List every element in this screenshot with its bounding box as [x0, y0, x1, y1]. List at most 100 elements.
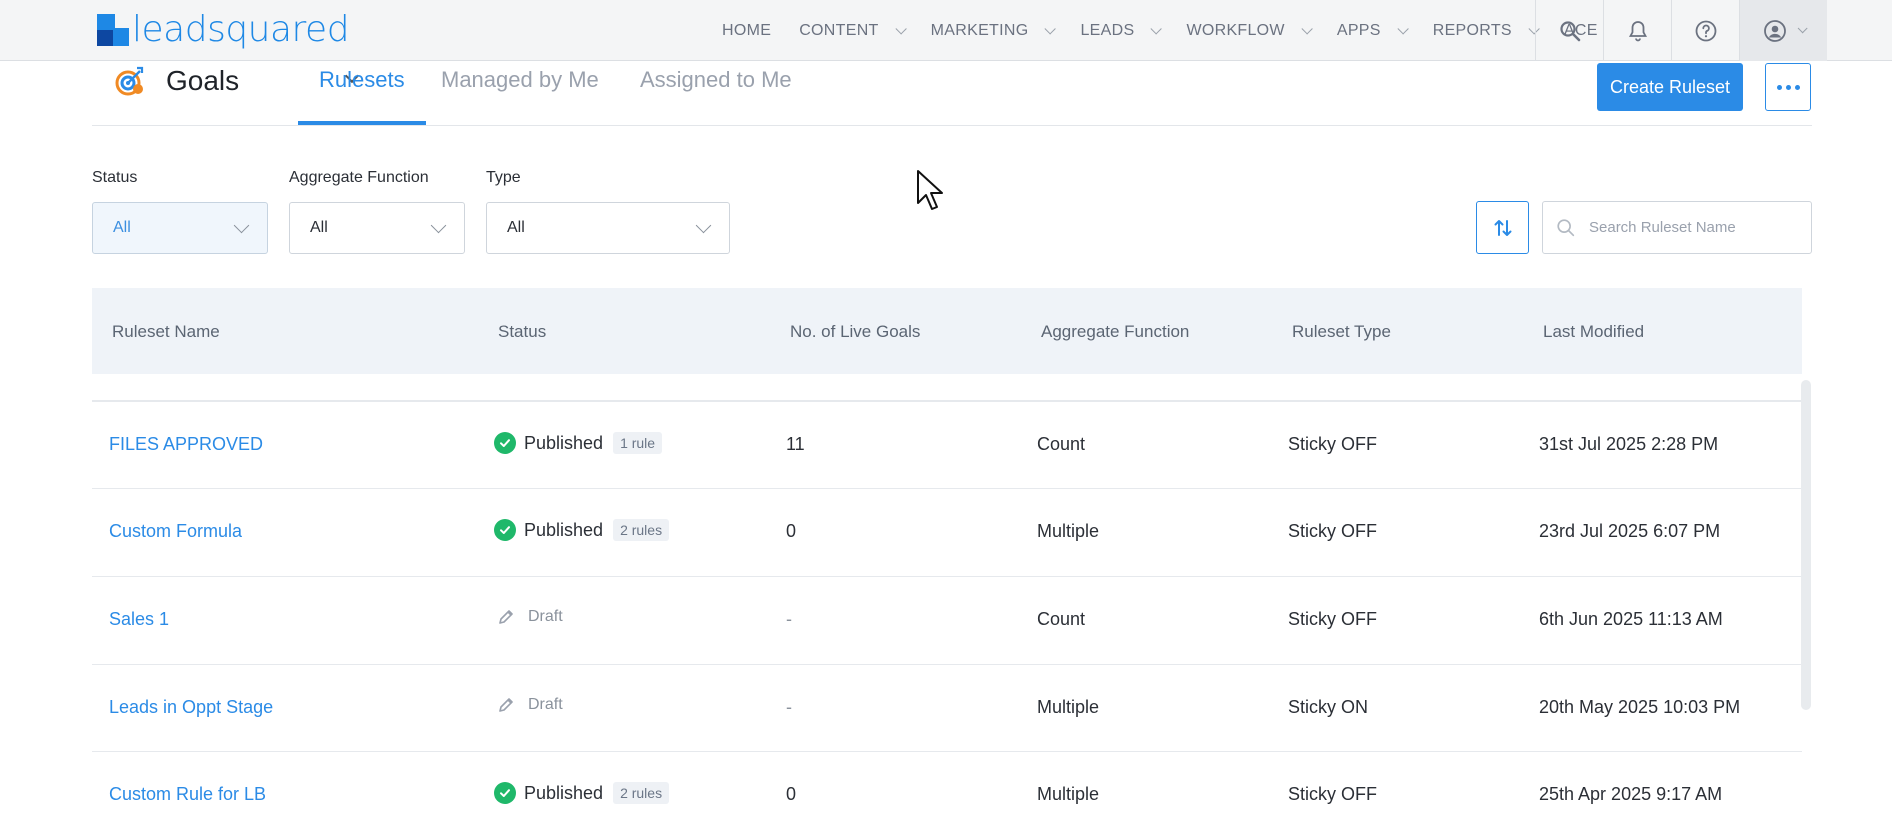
user-profile-icon[interactable]: [1739, 0, 1827, 61]
chevron-down-icon: [895, 22, 907, 35]
type-filter-value: All: [507, 219, 525, 236]
ruleset-name-link[interactable]: Custom Rule for LB: [109, 784, 266, 805]
nav-apps[interactable]: APPS: [1336, 21, 1409, 40]
nav-workflow-label: WORKFLOW: [1186, 21, 1285, 39]
status-filter-select[interactable]: All: [92, 202, 268, 254]
chevron-down-icon: [695, 217, 712, 234]
aggregate-value: Multiple: [1037, 521, 1100, 541]
nav-marketing[interactable]: MARKETING: [930, 21, 1057, 40]
status-cell: Published 1 rule: [494, 432, 663, 454]
status-text: Published: [524, 432, 604, 453]
ruleset-type-value: Sticky ON: [1288, 697, 1369, 717]
table-row[interactable]: Custom Rule for LB Published 2 rules 0 M…: [92, 751, 1802, 839]
nav-icon-group: [1535, 0, 1827, 61]
last-modified-value: 31st Jul 2025 2:28 PM: [1539, 434, 1719, 454]
logo-text: leadsquared: [132, 9, 350, 50]
col-status[interactable]: Status: [498, 322, 546, 342]
aggregate-value: Count: [1037, 609, 1086, 629]
search-ruleset-input[interactable]: [1589, 219, 1789, 236]
live-goals-value: 0: [786, 521, 797, 541]
status-text: Published: [524, 782, 604, 803]
ruleset-type-value: Sticky OFF: [1288, 521, 1377, 541]
nav-apps-label: APPS: [1336, 21, 1381, 39]
nav-leads-label: LEADS: [1080, 21, 1135, 39]
table-row[interactable]: Custom Formula Published 2 rules 0 Multi…: [92, 488, 1802, 576]
nav-reports[interactable]: REPORTS: [1433, 22, 1540, 40]
status-text: Published: [524, 519, 604, 540]
live-goals-value: -: [786, 609, 792, 629]
aggregate-value: Count: [1037, 434, 1086, 454]
help-icon[interactable]: [1671, 0, 1739, 61]
col-aggregate-function[interactable]: Aggregate Function: [1041, 322, 1189, 342]
live-goals-value: 11: [786, 434, 805, 454]
ruleset-name-link[interactable]: FILES APPROVED: [109, 434, 263, 455]
tab-rulesets[interactable]: Rulesets: [319, 67, 405, 93]
col-live-goals[interactable]: No. of Live Goals: [790, 322, 920, 342]
search-ruleset[interactable]: [1542, 201, 1812, 254]
top-navbar: leadsquared HOME CONTENT MARKETING LEADS…: [0, 0, 1892, 61]
nav-content[interactable]: CONTENT: [799, 21, 907, 40]
last-modified-value: 23rd Jul 2025 6:07 PM: [1539, 521, 1721, 541]
ruleset-name-link[interactable]: Custom Formula: [109, 521, 242, 542]
status-cell: Draft: [496, 695, 563, 715]
pencil-icon: [499, 610, 513, 624]
tab-assigned-to-me[interactable]: Assigned to Me: [640, 67, 792, 93]
aggregate-value: Multiple: [1037, 697, 1100, 717]
status-text: Draft: [528, 608, 563, 625]
pencil-icon: [499, 698, 513, 712]
nav-home[interactable]: HOME: [722, 22, 771, 40]
create-ruleset-button[interactable]: Create Ruleset: [1597, 63, 1743, 111]
nav-marketing-label: MARKETING: [930, 21, 1029, 39]
status-cell: Published 2 rules: [494, 519, 670, 541]
ruleset-name-link[interactable]: Leads in Oppt Stage: [109, 697, 273, 718]
table-scrollbar[interactable]: [1801, 380, 1811, 710]
check-circle-icon: [494, 782, 516, 804]
more-dots-icon: [1785, 84, 1791, 90]
table-row[interactable]: Leads in Oppt Stage Draft - Multiple Sti…: [92, 664, 1802, 752]
chevron-down-icon: [1044, 22, 1057, 35]
check-circle-icon: [494, 432, 516, 454]
bell-icon[interactable]: [1603, 0, 1671, 61]
ruleset-type-value: Sticky OFF: [1288, 609, 1377, 629]
sort-button[interactable]: [1476, 201, 1529, 254]
aggregate-filter-select[interactable]: All: [289, 202, 465, 254]
type-filter-select[interactable]: All: [486, 202, 730, 254]
search-icon: [1557, 218, 1575, 236]
more-dots-icon: [1794, 84, 1800, 90]
active-tab-indicator: [298, 121, 426, 125]
nav-content-label: CONTENT: [799, 21, 879, 39]
more-options-button[interactable]: [1765, 63, 1811, 111]
rules-count-badge: 2 rules: [613, 782, 670, 804]
tab-managed-by-me[interactable]: Managed by Me: [441, 67, 599, 93]
status-cell: Draft: [496, 607, 563, 627]
more-dots-icon: [1776, 84, 1782, 90]
table-row[interactable]: FILES APPROVED Published 1 rule 11 Count…: [92, 401, 1802, 489]
check-circle-icon: [494, 519, 516, 541]
type-filter-label: Type: [486, 169, 521, 186]
search-icon[interactable]: [1535, 0, 1603, 61]
status-filter-label: Status: [92, 169, 138, 186]
ruleset-type-value: Sticky OFF: [1288, 434, 1377, 454]
nav-home-label: HOME: [722, 21, 772, 39]
last-modified-value: 6th Jun 2025 11:13 AM: [1539, 609, 1723, 629]
chevron-down-icon: [1797, 23, 1808, 34]
chevron-down-icon: [233, 217, 250, 234]
status-filter-value: All: [113, 219, 131, 236]
table-row[interactable]: Sales 1 Draft - Count Sticky OFF 6th Jun…: [92, 576, 1802, 664]
aggregate-filter-label: Aggregate Function: [289, 169, 429, 186]
leadsquared-logo[interactable]: leadsquared: [97, 9, 350, 50]
ruleset-name-link[interactable]: Sales 1: [109, 609, 169, 630]
page-header: Goals Rulesets Managed by Me Assigned to…: [92, 61, 1812, 126]
aggregate-filter-value: All: [310, 219, 328, 236]
main-nav: HOME CONTENT MARKETING LEADS WORKFLOW AP…: [722, 0, 1626, 61]
aggregate-value: Multiple: [1037, 784, 1100, 804]
col-ruleset-type[interactable]: Ruleset Type: [1292, 322, 1391, 342]
rules-count-badge: 1 rule: [613, 432, 663, 454]
col-last-modified[interactable]: Last Modified: [1543, 322, 1644, 342]
table-header: Ruleset Name Status No. of Live Goals Ag…: [92, 288, 1802, 374]
nav-leads[interactable]: LEADS: [1080, 21, 1163, 40]
status-text: Draft: [528, 696, 563, 713]
chevron-down-icon: [1301, 22, 1313, 35]
nav-workflow[interactable]: WORKFLOW: [1186, 21, 1313, 40]
col-ruleset-name[interactable]: Ruleset Name: [112, 322, 220, 342]
